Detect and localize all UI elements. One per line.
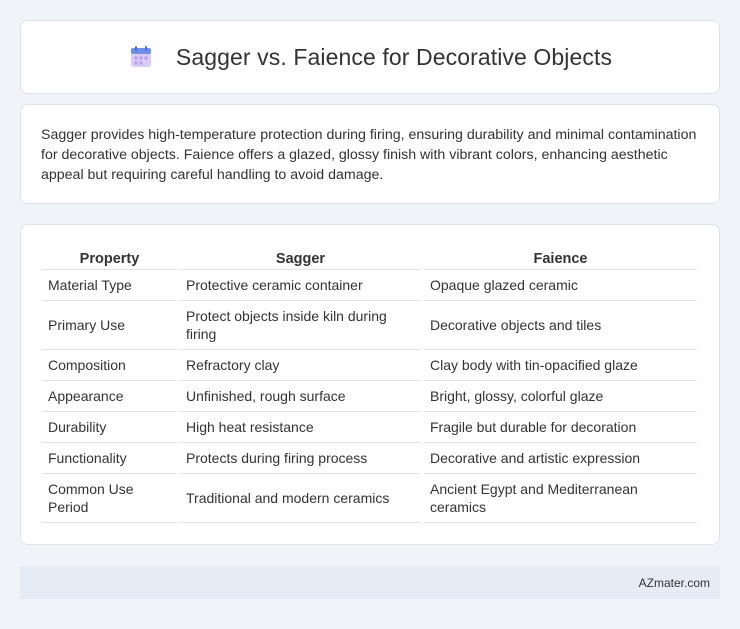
page-title: Sagger vs. Faience for Decorative Object… — [175, 43, 613, 70]
table-cell: Unfinished, rough surface — [180, 381, 421, 412]
table-cell: Fragile but durable for decoration — [424, 412, 697, 443]
column-header-property: Property — [42, 246, 177, 270]
table-cell: Appearance — [42, 381, 177, 412]
intro-card: Sagger provides high-temperature protect… — [20, 104, 720, 204]
table-cell: High heat resistance — [180, 412, 421, 443]
table-cell: Decorative objects and tiles — [424, 301, 697, 350]
footer-brand: AZmater.com — [638, 575, 710, 590]
table-row: Appearance Unfinished, rough surface Bri… — [42, 381, 697, 412]
table-cell: Primary Use — [42, 301, 177, 350]
table-row: Functionality Protects during firing pro… — [42, 443, 697, 474]
table-cell: Protect objects inside kiln during firin… — [180, 301, 421, 350]
comparison-table-card: Property Sagger Faience Material Type Pr… — [20, 224, 720, 545]
table-cell: Bright, glossy, colorful glaze — [424, 381, 697, 412]
table-cell: Refractory clay — [180, 350, 421, 381]
table-cell: Functionality — [42, 443, 177, 474]
table-cell: Traditional and modern ceramics — [180, 474, 421, 523]
table-cell: Composition — [42, 350, 177, 381]
table-cell: Common Use Period — [42, 474, 177, 523]
table-cell: Protects during firing process — [180, 443, 421, 474]
column-header-faience: Faience — [424, 246, 697, 270]
table-cell: Clay body with tin-opacified glaze — [424, 350, 697, 381]
intro-text: Sagger provides high-temperature protect… — [41, 127, 697, 183]
table-cell: Opaque glazed ceramic — [424, 270, 697, 301]
table-cell: Protective ceramic container — [180, 270, 421, 301]
title-card: Sagger vs. Faience for Decorative Object… — [20, 20, 720, 94]
calendar-icon — [128, 44, 154, 70]
table-cell: Decorative and artistic expression — [424, 443, 697, 474]
table-row: Durability High heat resistance Fragile … — [42, 412, 697, 443]
footer: AZmater.com — [20, 566, 720, 599]
table-row: Primary Use Protect objects inside kiln … — [42, 301, 697, 350]
table-row: Common Use Period Traditional and modern… — [42, 474, 697, 523]
table-cell: Durability — [42, 412, 177, 443]
table-row: Material Type Protective ceramic contain… — [42, 270, 697, 301]
table-row: Composition Refractory clay Clay body wi… — [42, 350, 697, 381]
comparison-table: Property Sagger Faience Material Type Pr… — [39, 246, 700, 523]
table-cell: Ancient Egypt and Mediterranean ceramics — [424, 474, 697, 523]
column-header-sagger: Sagger — [180, 246, 421, 270]
table-cell: Material Type — [42, 270, 177, 301]
table-header-row: Property Sagger Faience — [42, 246, 697, 270]
